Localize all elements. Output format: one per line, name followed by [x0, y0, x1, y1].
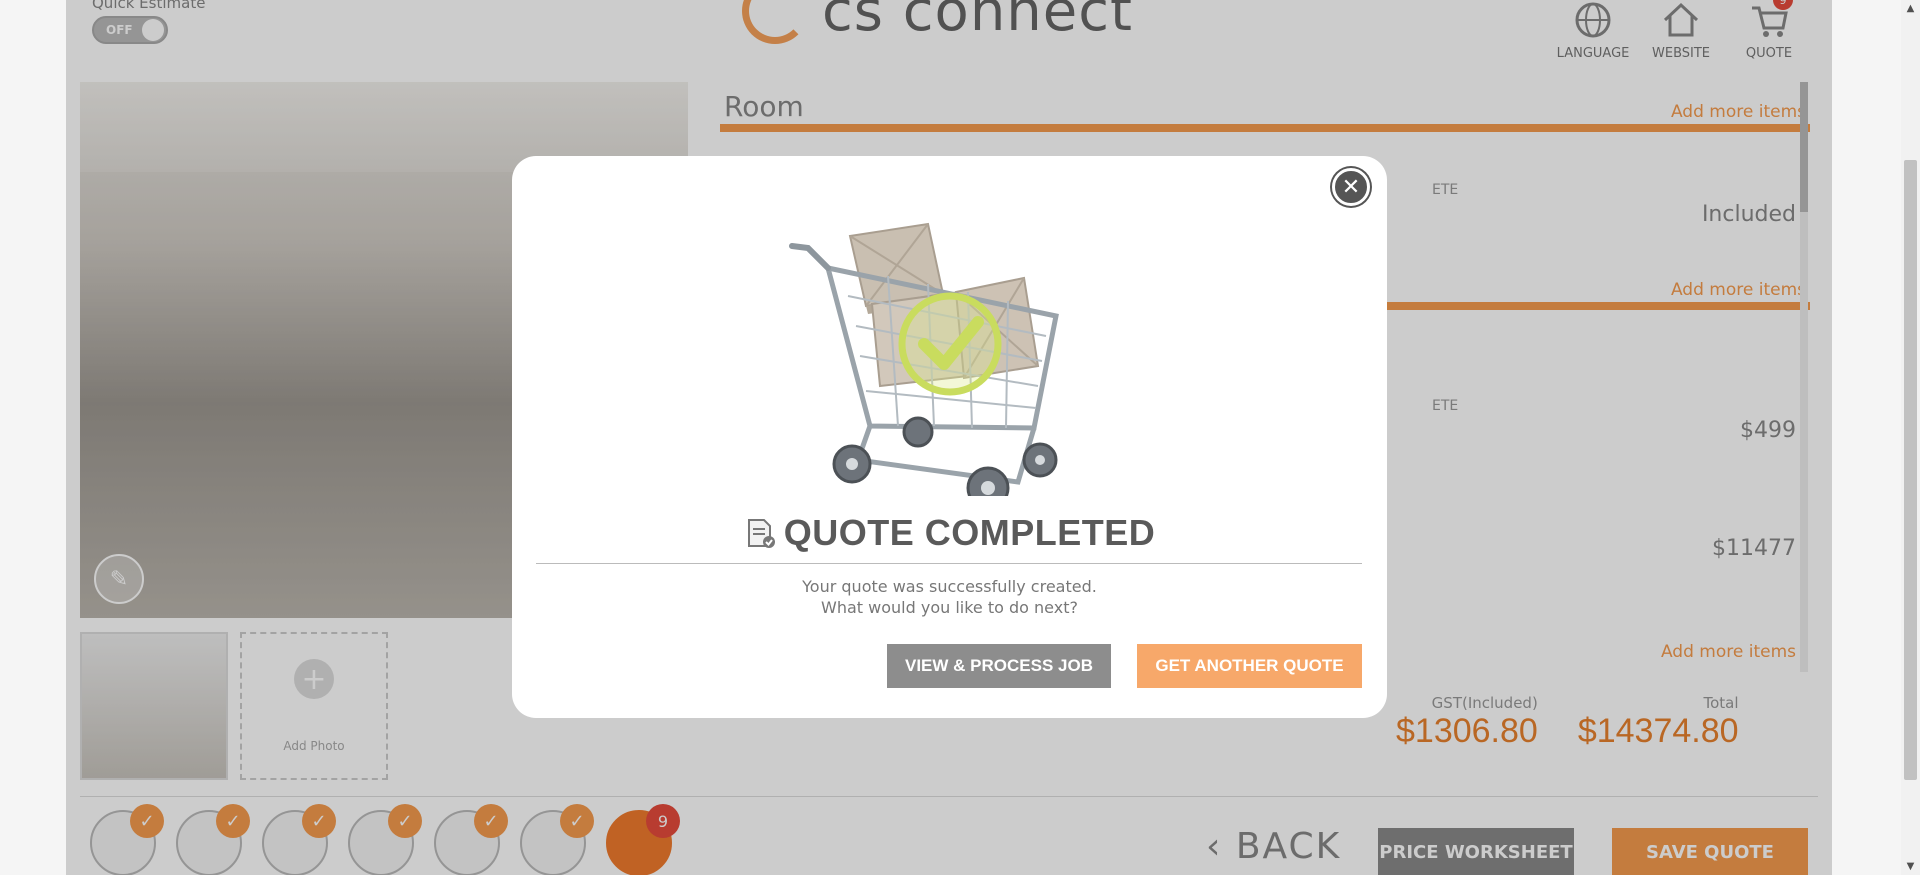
page-scrollbar[interactable]: ▲ ▼	[1901, 0, 1920, 875]
shopping-cart-illustration	[788, 196, 1108, 510]
page-scrollbar-thumb[interactable]	[1904, 160, 1917, 780]
view-process-job-button[interactable]: VIEW & PROCESS JOB	[887, 644, 1111, 688]
dialog-title: QUOTE COMPLETED	[512, 512, 1387, 554]
dialog-divider	[536, 563, 1362, 564]
dialog-message: Your quote was successfully created. Wha…	[512, 576, 1387, 618]
scroll-down-icon[interactable]: ▼	[1901, 858, 1920, 875]
dialog-message-line1: Your quote was successfully created.	[802, 577, 1097, 596]
scroll-up-icon[interactable]: ▲	[1901, 0, 1920, 17]
dialog-title-text: QUOTE COMPLETED	[783, 512, 1156, 553]
dialog-message-line2: What would you like to do next?	[821, 598, 1078, 617]
document-check-icon	[744, 517, 776, 549]
close-icon[interactable]: ✕	[1332, 168, 1370, 206]
get-another-quote-button[interactable]: GET ANOTHER QUOTE	[1137, 644, 1362, 688]
overlay-margin-right	[1832, 0, 1901, 875]
overlay-margin-left	[0, 0, 66, 875]
quote-completed-dialog: ✕ QUOTE COMPLETED Your quote was success…	[512, 156, 1387, 718]
